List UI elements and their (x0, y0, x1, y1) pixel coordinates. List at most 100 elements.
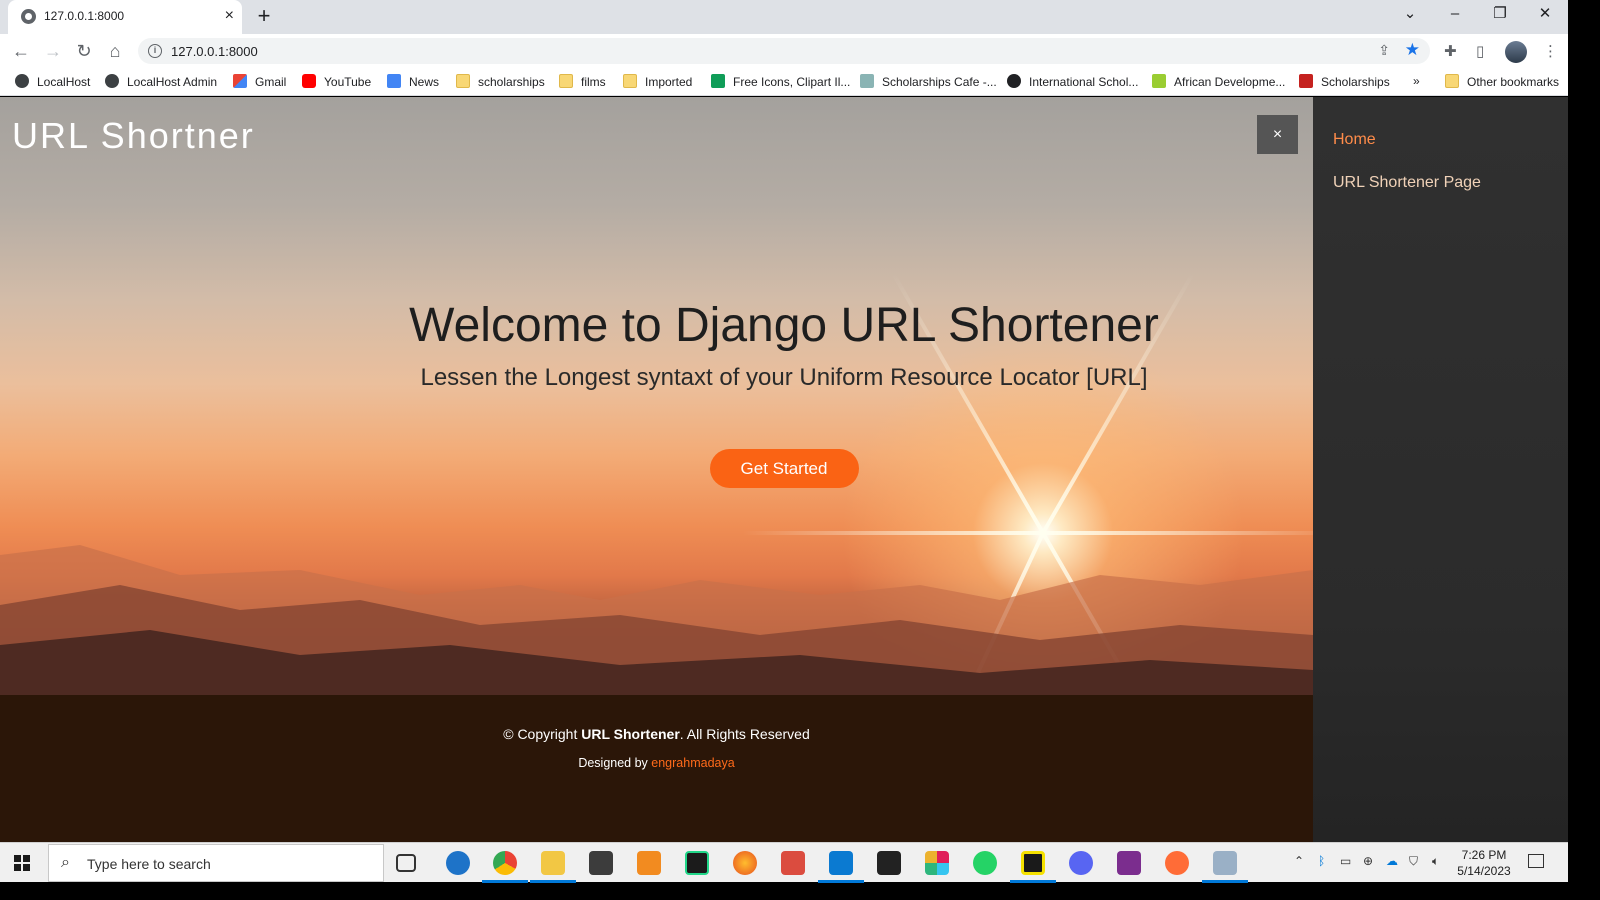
search-placeholder: Type here to search (87, 856, 211, 872)
designer-link[interactable]: engrahmadaya (651, 756, 734, 770)
slack-icon[interactable] (925, 851, 949, 875)
pycharm-icon[interactable] (685, 851, 709, 875)
browser-toolbar: ← → ↻ ⌂ i 127.0.0.1:8000 ⇪ ★ ✚ ▯ ⋮ (0, 34, 1568, 68)
hero-section: URL Shortner Welcome to Django URL Short… (0, 97, 1343, 806)
edge-icon[interactable] (446, 851, 470, 875)
graduation-cap-icon (1299, 74, 1313, 88)
notifications-icon[interactable] (1528, 854, 1544, 868)
bookmark-other[interactable]: Other bookmarks (1445, 74, 1559, 89)
hero-title: Welcome to Django URL Shortener (409, 299, 1159, 352)
bookmarks-bar: LocalHost LocalHost Admin Gmail YouTube … (0, 68, 1568, 96)
bookmark-folder-films[interactable]: films (559, 74, 606, 89)
bookmark-scholarships-cafe[interactable]: Scholarships Cafe -... (860, 74, 997, 89)
onedrive-icon[interactable]: ☁ (1386, 854, 1398, 868)
forward-icon[interactable]: → (40, 38, 66, 64)
hero-subtitle: Lessen the Longest syntaxt of your Unifo… (420, 364, 1148, 391)
sublime-icon[interactable] (637, 851, 661, 875)
side-panel-icon[interactable]: ▯ (1476, 42, 1484, 60)
whatsapp-icon[interactable] (973, 851, 997, 875)
mail-icon[interactable] (877, 851, 901, 875)
clock-date: 5/14/2023 (1457, 864, 1511, 878)
sidenav-item-home[interactable]: Home (1333, 131, 1376, 149)
back-icon[interactable]: ← (8, 38, 34, 64)
bookmark-folder-scholarships[interactable]: scholarships (456, 74, 545, 89)
bookmark-youtube[interactable]: YouTube (302, 74, 371, 89)
bookmark-localhost[interactable]: LocalHost (15, 74, 90, 89)
network-icon[interactable]: ⊕ (1363, 854, 1373, 868)
get-started-button[interactable]: Get Started (709, 449, 859, 488)
tray-chevron-icon[interactable]: ⌃ (1294, 854, 1304, 868)
site-footer: © Copyright URL Shortener. All Rights Re… (0, 695, 1313, 842)
mongodb-compass-icon[interactable] (1117, 851, 1141, 875)
firefox-icon[interactable] (733, 851, 757, 875)
bookmark-gmail[interactable]: Gmail (233, 74, 286, 89)
security-shield-icon[interactable]: ⛉ (1409, 854, 1418, 869)
image-viewer-icon[interactable] (1213, 851, 1237, 875)
sticky-notes-icon[interactable] (1021, 851, 1045, 875)
news-icon (387, 74, 401, 88)
side-navigation: Home URL Shortener Page (1313, 97, 1568, 842)
minimize-icon[interactable]: – (1440, 4, 1470, 24)
tab-close-icon[interactable]: × (225, 7, 234, 25)
close-sidenav-button[interactable]: × (1257, 115, 1298, 154)
active-app-indicator (1202, 880, 1248, 883)
more-bookmarks-icon[interactable]: » (1413, 74, 1420, 88)
profile-avatar[interactable] (1505, 41, 1527, 63)
postman-icon[interactable] (1165, 851, 1189, 875)
bookmark-international-schol[interactable]: International Schol... (1007, 74, 1138, 89)
task-view-icon[interactable] (396, 854, 416, 872)
browser-tab[interactable]: 127.0.0.1:8000 × (8, 0, 242, 34)
new-tab-button[interactable]: + (251, 4, 277, 30)
bluetooth-icon[interactable]: ᛒ (1318, 854, 1325, 868)
file-explorer-icon[interactable] (541, 851, 565, 875)
reload-icon[interactable]: ↻ (71, 38, 97, 64)
close-window-icon[interactable]: ✕ (1530, 4, 1560, 24)
taskbar-clock[interactable]: 7:26 PM 5/14/2023 (1452, 847, 1516, 879)
site-favicon-icon (21, 9, 36, 24)
youtube-icon (302, 74, 316, 88)
restore-icon[interactable]: ❐ (1485, 4, 1515, 24)
sidenav-item-url-shortener[interactable]: URL Shortener Page (1333, 174, 1481, 192)
windows-start-icon[interactable] (14, 855, 30, 871)
active-app-indicator (530, 880, 576, 883)
address-url[interactable]: 127.0.0.1:8000 (171, 44, 258, 59)
vscode-icon[interactable] (829, 851, 853, 875)
bookmark-free-icons[interactable]: Free Icons, Clipart Il... (711, 74, 850, 89)
screen: 127.0.0.1:8000 × + ⌄ – ❐ ✕ ← → ↻ ⌂ i 127… (0, 0, 1568, 883)
folder-icon (623, 74, 637, 88)
volume-icon[interactable]: 🔈︎ (1432, 854, 1439, 869)
folder-icon (1445, 74, 1459, 88)
chrome-icon[interactable] (493, 851, 517, 875)
site-logo[interactable]: URL Shortner (12, 115, 255, 157)
tab-search-chevron-icon[interactable]: ⌄ (1395, 4, 1425, 24)
hero-content: Welcome to Django URL Shortener Lessen t… (250, 297, 1318, 488)
discord-icon[interactable] (1069, 851, 1093, 875)
globe-icon (105, 74, 119, 88)
bookmark-localhost-admin[interactable]: LocalHost Admin (105, 74, 217, 89)
freeicons-icon (711, 74, 725, 88)
footer-brand: URL Shortener (581, 726, 680, 742)
extensions-icon[interactable]: ✚ (1444, 42, 1457, 60)
menu-kebab-icon[interactable]: ⋮ (1543, 42, 1558, 60)
battery-icon[interactable]: ▭ (1340, 854, 1351, 868)
todoist-icon[interactable] (781, 851, 805, 875)
share-icon[interactable]: ⇪ (1378, 42, 1390, 59)
address-bar[interactable]: i 127.0.0.1:8000 ⇪ ★ (138, 38, 1430, 64)
store-icon[interactable] (589, 851, 613, 875)
tab-title: 127.0.0.1:8000 (44, 9, 125, 23)
active-app-indicator (1010, 880, 1056, 883)
bookmark-news[interactable]: News (387, 74, 439, 89)
bookmark-star-icon[interactable]: ★ (1405, 40, 1420, 60)
bookmark-african-development[interactable]: African Developme... (1152, 74, 1285, 89)
bookmark-scholarships[interactable]: Scholarships (1299, 74, 1390, 89)
page-viewport: URL Shortner Welcome to Django URL Short… (0, 97, 1568, 842)
home-icon[interactable]: ⌂ (102, 38, 128, 64)
hand-icon (1007, 74, 1021, 88)
taskbar-search-input[interactable]: ⌕ Type here to search (48, 844, 384, 882)
site-info-icon[interactable]: i (148, 44, 162, 58)
active-app-indicator (482, 880, 528, 883)
bookmark-folder-imported[interactable]: Imported (623, 74, 692, 89)
gmail-icon (233, 74, 247, 88)
windows-taskbar: ⌕ Type here to search ⌃ ᛒ ▭ ⊕ ☁ ⛉ 🔈︎ 7:2… (0, 842, 1568, 883)
globe-icon (15, 74, 29, 88)
